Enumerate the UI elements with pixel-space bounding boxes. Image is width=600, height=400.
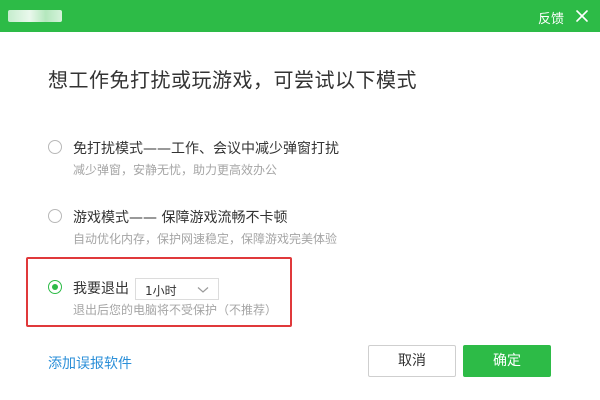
title-bar: 反馈 — [0, 0, 600, 32]
radio-do-not-disturb[interactable] — [48, 140, 62, 154]
duration-select[interactable]: 1小时 — [135, 278, 219, 300]
confirm-button[interactable]: 确定 — [463, 345, 551, 377]
chevron-down-icon — [197, 287, 209, 293]
option-title: 免打扰模式——工作、会议中减少弹窗打扰 — [73, 141, 339, 157]
dialog-headline: 想工作免打扰或玩游戏，可尝试以下模式 — [48, 68, 417, 92]
option-title: 我要退出 — [73, 281, 129, 297]
blurred-title-logo — [8, 10, 62, 22]
dialog: 反馈 想工作免打扰或玩游戏，可尝试以下模式 免打扰模式——工作、会议中减少弹窗打… — [0, 0, 600, 400]
cancel-button[interactable]: 取消 — [368, 345, 456, 377]
add-false-positive-link[interactable]: 添加误报软件 — [48, 353, 132, 373]
close-button[interactable] — [574, 8, 590, 24]
duration-select-value: 1小时 — [145, 284, 177, 298]
option-title: 游戏模式—— 保障游戏流畅不卡顿 — [73, 210, 288, 226]
close-icon — [576, 10, 588, 22]
radio-game-mode[interactable] — [48, 209, 62, 223]
radio-exit[interactable] — [48, 280, 62, 294]
option-description: 减少弹窗，安静无忧，助力更高效办公 — [73, 163, 278, 177]
feedback-link[interactable]: 反馈 — [538, 8, 564, 27]
option-description: 退出后您的电脑将不受保护（不推荐） — [73, 303, 278, 317]
option-description: 自动优化内存，保护网速稳定，保障游戏完美体验 — [73, 232, 338, 246]
